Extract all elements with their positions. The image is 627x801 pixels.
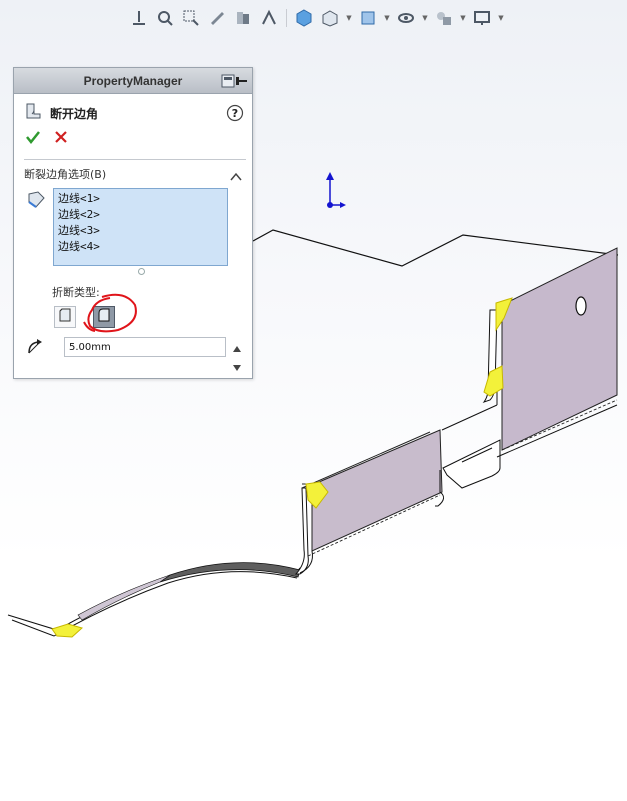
property-manager-panel: PropertyManager 断开边角 ? 断裂边角选项(B) 边线<1> 边… — [13, 67, 253, 379]
break-corner-icon — [24, 102, 42, 124]
distance-row — [26, 337, 244, 371]
distance-stepper[interactable] — [232, 337, 242, 371]
list-item[interactable]: 边线<3> — [58, 223, 223, 239]
apply-scene-icon[interactable] — [433, 7, 455, 29]
list-item[interactable]: 边线<1> — [58, 191, 223, 207]
help-icon[interactable]: ? — [226, 104, 244, 126]
panel-header: PropertyManager — [14, 68, 252, 94]
list-resize-handle[interactable] — [138, 268, 145, 275]
view-settings-icon[interactable] — [471, 7, 493, 29]
graphics-area[interactable]: ▼ ▼ ▼ ▼ ▼ PropertyManager 断开边角 ? 断裂边角选项(… — [0, 0, 627, 801]
chevron-down-icon[interactable]: ▼ — [421, 7, 429, 29]
chevron-up-icon[interactable] — [230, 167, 242, 186]
panel-title: PropertyManager — [83, 73, 183, 88]
svg-text:?: ? — [232, 107, 238, 120]
fillet-break-button[interactable] — [93, 306, 115, 328]
section-divider — [24, 159, 246, 160]
feature-name: 断开边角 — [50, 106, 99, 121]
edit-appearance-icon[interactable] — [395, 7, 417, 29]
spin-down-icon[interactable] — [233, 356, 241, 375]
zoom-area-icon[interactable] — [180, 7, 202, 29]
zoom-to-fit-icon[interactable] — [154, 7, 176, 29]
chevron-down-icon[interactable]: ▼ — [345, 7, 353, 29]
display-style-icon[interactable] — [319, 7, 341, 29]
chevron-down-icon[interactable]: ▼ — [383, 7, 391, 29]
section-view-icon[interactable] — [232, 7, 254, 29]
cancel-x-icon[interactable] — [53, 129, 69, 149]
fillet-break-icon — [96, 307, 112, 327]
isometric-view-icon[interactable] — [293, 7, 315, 29]
app-window: ▼ ▼ ▼ ▼ ▼ PropertyManager 断开边角 ? 断裂边角选项(… — [0, 0, 627, 801]
break-corner-options-group[interactable]: 断裂边角选项(B) — [24, 165, 246, 183]
feature-header: 断开边角 ? — [24, 102, 244, 124]
edge-selection-list[interactable]: 边线<1> 边线<2> 边线<3> 边线<4> — [53, 188, 228, 266]
heads-up-view-toolbar: ▼ ▼ ▼ ▼ ▼ — [128, 6, 505, 30]
group-title: 断裂边角选项(B) — [24, 168, 107, 181]
pin-icon[interactable] — [220, 73, 248, 92]
list-item[interactable]: 边线<2> — [58, 207, 223, 223]
ok-cancel-row — [25, 129, 69, 149]
toolbar-separator — [286, 9, 287, 27]
break-type-label: 折断类型: — [52, 286, 100, 299]
view-orientation-icon[interactable] — [128, 7, 150, 29]
spin-up-icon[interactable] — [233, 337, 241, 356]
list-item[interactable]: 边线<4> — [58, 239, 223, 255]
previous-view-icon[interactable] — [206, 7, 228, 29]
edge-selection-icon — [26, 190, 48, 214]
hide-show-icon[interactable] — [357, 7, 379, 29]
dynamic-annotation-icon[interactable] — [258, 7, 280, 29]
distance-icon — [26, 337, 48, 359]
chamfer-break-button[interactable] — [54, 306, 76, 328]
checkmark-icon[interactable] — [25, 129, 41, 149]
chevron-down-icon[interactable]: ▼ — [459, 7, 467, 29]
chevron-down-icon[interactable]: ▼ — [497, 7, 505, 29]
chamfer-break-icon — [57, 307, 73, 327]
distance-input[interactable] — [64, 337, 226, 357]
